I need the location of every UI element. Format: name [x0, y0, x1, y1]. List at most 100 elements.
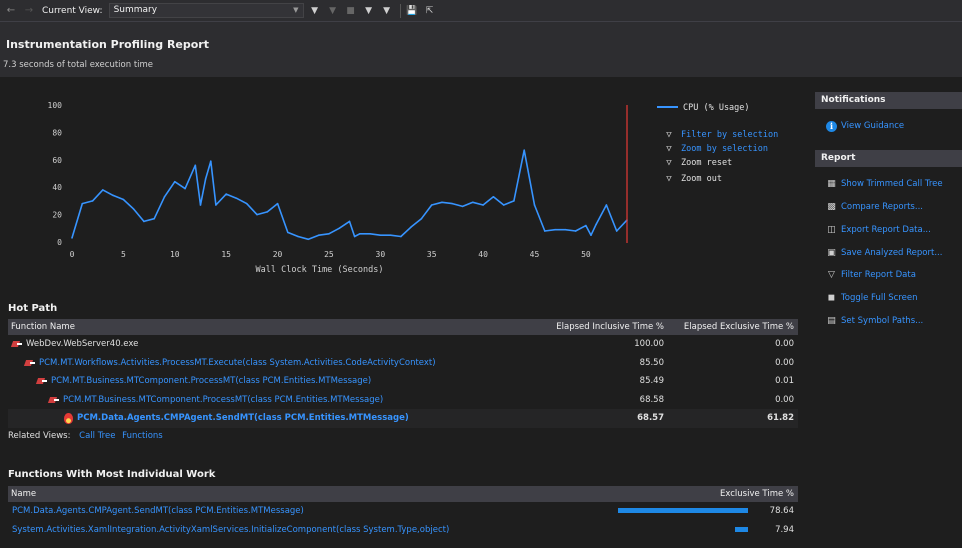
table-row[interactable]: PCM.Data.Agents.CMPAgent.SendMT(class PC…: [8, 502, 798, 521]
stop-icon[interactable]: ■: [344, 4, 358, 18]
cpu-data-point: [564, 228, 567, 231]
side-item-label: Set Symbol Paths...: [841, 315, 924, 326]
cpu-data-point: [430, 204, 433, 206]
cpu-data-point: [543, 230, 546, 232]
export-icon: ◫: [827, 224, 836, 235]
zoom-by-selection-icon[interactable]: ▼: [380, 4, 394, 18]
export-report-data-link[interactable]: ◫ Export Report Data...: [815, 218, 962, 241]
function-icon: [25, 359, 35, 367]
filter-by-selection-icon[interactable]: ▼: [362, 4, 376, 18]
compare-icon: ▩: [827, 201, 836, 212]
cpu-data-point: [297, 235, 299, 238]
table-row[interactable]: PCM.MT.Business.MTComponent.ProcessMT(cl…: [8, 391, 798, 410]
cpu-data-point: [590, 234, 592, 236]
inclusive-value: 85.49: [639, 376, 664, 387]
current-view-select[interactable]: Summary ▼: [108, 3, 304, 18]
cpu-data-point: [585, 224, 587, 227]
chart-action-zoom-reset[interactable]: Zoom reset: [681, 158, 732, 168]
table-row[interactable]: PCM.MT.Business.MTComponent.ProcessMT(cl…: [8, 372, 798, 391]
hot-flame-icon: [64, 412, 73, 424]
related-views: Related Views: Call Tree Functions: [8, 431, 163, 441]
function-name-link[interactable]: System.Activities.XamlIntegration.Activi…: [12, 525, 449, 535]
set-symbol-paths-link[interactable]: ▤ Set Symbol Paths...: [815, 310, 962, 333]
side-item-label: Toggle Full Screen: [841, 293, 918, 304]
view-guidance-link[interactable]: i View Guidance: [815, 115, 962, 138]
table-row-hot[interactable]: PCM.Data.Agents.CMPAgent.SendMT(class PC…: [8, 409, 798, 428]
cpu-data-point: [513, 200, 515, 202]
column-function-name[interactable]: Function Name: [8, 322, 538, 332]
y-tick-label: 80: [52, 128, 62, 137]
y-tick-label: 0: [57, 238, 62, 247]
x-tick-label: 40: [478, 250, 488, 259]
cpu-data-point: [276, 202, 279, 205]
table-row[interactable]: WebDev.WebServer40.exe 100.00 0.00: [8, 335, 798, 354]
fullscreen-icon: ◼: [827, 293, 836, 304]
cpu-data-point: [225, 193, 227, 195]
column-inclusive[interactable]: Elapsed Inclusive Time %: [538, 322, 668, 332]
cpu-data-point: [204, 178, 207, 180]
column-exclusive[interactable]: Elapsed Exclusive Time %: [668, 322, 798, 332]
function-name-link[interactable]: PCM.Data.Agents.CMPAgent.SendMT(class PC…: [12, 506, 304, 516]
function-name-link[interactable]: PCM.Data.Agents.CMPAgent.SendMT(class PC…: [77, 413, 409, 423]
chart-action-filter-by-selection[interactable]: Filter by selection: [681, 130, 778, 140]
toolbar: ← → Current View: Summary ▼ ▼ ▼ ■ ▼ ▼ 💾 …: [0, 0, 962, 22]
cpu-data-point: [184, 187, 186, 190]
chart-action-zoom-by-selection[interactable]: Zoom by selection: [681, 144, 768, 154]
side-panel: Notifications i View Guidance Report ▦ S…: [815, 92, 962, 332]
filter-icon[interactable]: ▼: [308, 4, 322, 18]
symbol-paths-icon: ▤: [827, 315, 836, 326]
x-tick-label: 10: [170, 250, 180, 259]
exclusive-value: 0.01: [775, 376, 794, 387]
cpu-chart[interactable]: 0 20 40 60 80 100 0 5 10 15 20 25 30 35 40 45 50 Wall Clo…: [0, 90, 810, 290]
cpu-data-point: [451, 202, 454, 205]
function-name-link[interactable]: PCM.MT.Business.MTComponent.ProcessMT(cl…: [51, 376, 371, 386]
current-view-value: Summary: [113, 5, 158, 15]
notifications-header: Notifications: [815, 92, 962, 109]
table-row[interactable]: PCM.MT.Workflows.Activities.ProcessMT.Ex…: [8, 354, 798, 373]
function-icon: [37, 377, 47, 385]
filter-by-selection-icon: ▽: [666, 130, 672, 140]
chart-action-zoom-out[interactable]: Zoom out: [681, 174, 722, 184]
cpu-data-point: [441, 201, 443, 204]
export-icon[interactable]: ⇱: [423, 4, 437, 18]
function-name-link[interactable]: PCM.MT.Business.MTComponent.ProcessMT(cl…: [63, 395, 383, 405]
column-name[interactable]: Name: [8, 489, 668, 499]
filter-report-data-link[interactable]: ▽ Filter Report Data: [815, 264, 962, 287]
functions-link[interactable]: Functions: [122, 431, 163, 441]
cpu-data-point: [235, 197, 238, 199]
cpu-data-point: [132, 208, 135, 210]
report-panel-header: Report: [815, 149, 962, 167]
hot-path-table: Function Name Elapsed Inclusive Time % E…: [8, 319, 798, 428]
work-bar: [618, 508, 748, 514]
toggle-full-screen-link[interactable]: ◼ Toggle Full Screen: [815, 287, 962, 310]
call-tree-link[interactable]: Call Tree: [79, 431, 115, 441]
cpu-data-point: [400, 235, 402, 238]
x-tick-label: 35: [427, 250, 437, 259]
exclusive-value: 0.00: [775, 394, 794, 405]
cpu-data-point: [307, 238, 310, 241]
cpu-data-point: [461, 205, 464, 208]
save-icon[interactable]: 💾: [405, 4, 419, 18]
forward-arrow-icon[interactable]: →: [22, 5, 36, 16]
function-name-link[interactable]: PCM.MT.Workflows.Activities.ProcessMT.Ex…: [39, 358, 436, 368]
table-row[interactable]: System.Activities.XamlIntegration.Activi…: [8, 521, 798, 540]
column-exclusive-time[interactable]: Exclusive Time %: [668, 489, 798, 499]
cpu-chart-svg[interactable]: 0 20 40 60 80 100 0 5 10 15 20 25 30 35 40 45 50 Wall Clo…: [0, 90, 810, 290]
cpu-data-point: [163, 195, 166, 198]
back-arrow-icon[interactable]: ←: [4, 5, 18, 16]
cpu-data-point: [358, 232, 361, 235]
cpu-data-point: [615, 230, 618, 232]
cpu-data-point: [81, 202, 84, 205]
cpu-data-point: [595, 223, 597, 225]
current-view-label: Current View:: [42, 5, 103, 16]
cpu-data-point: [317, 234, 320, 236]
report-title: Instrumentation Profiling Report: [6, 38, 209, 51]
filter-disabled-icon[interactable]: ▼: [326, 4, 340, 18]
compare-reports-link[interactable]: ▩ Compare Reports...: [815, 196, 962, 219]
cpu-data-point: [554, 228, 556, 231]
work-bar-cell: [598, 525, 748, 535]
save-analyzed-report-link[interactable]: ▣ Save Analyzed Report...: [815, 241, 962, 264]
individual-work-header: Name Exclusive Time %: [8, 486, 798, 502]
show-trimmed-call-tree-link[interactable]: ▦ Show Trimmed Call Tree: [815, 173, 962, 196]
x-tick-label: 5: [121, 250, 126, 259]
